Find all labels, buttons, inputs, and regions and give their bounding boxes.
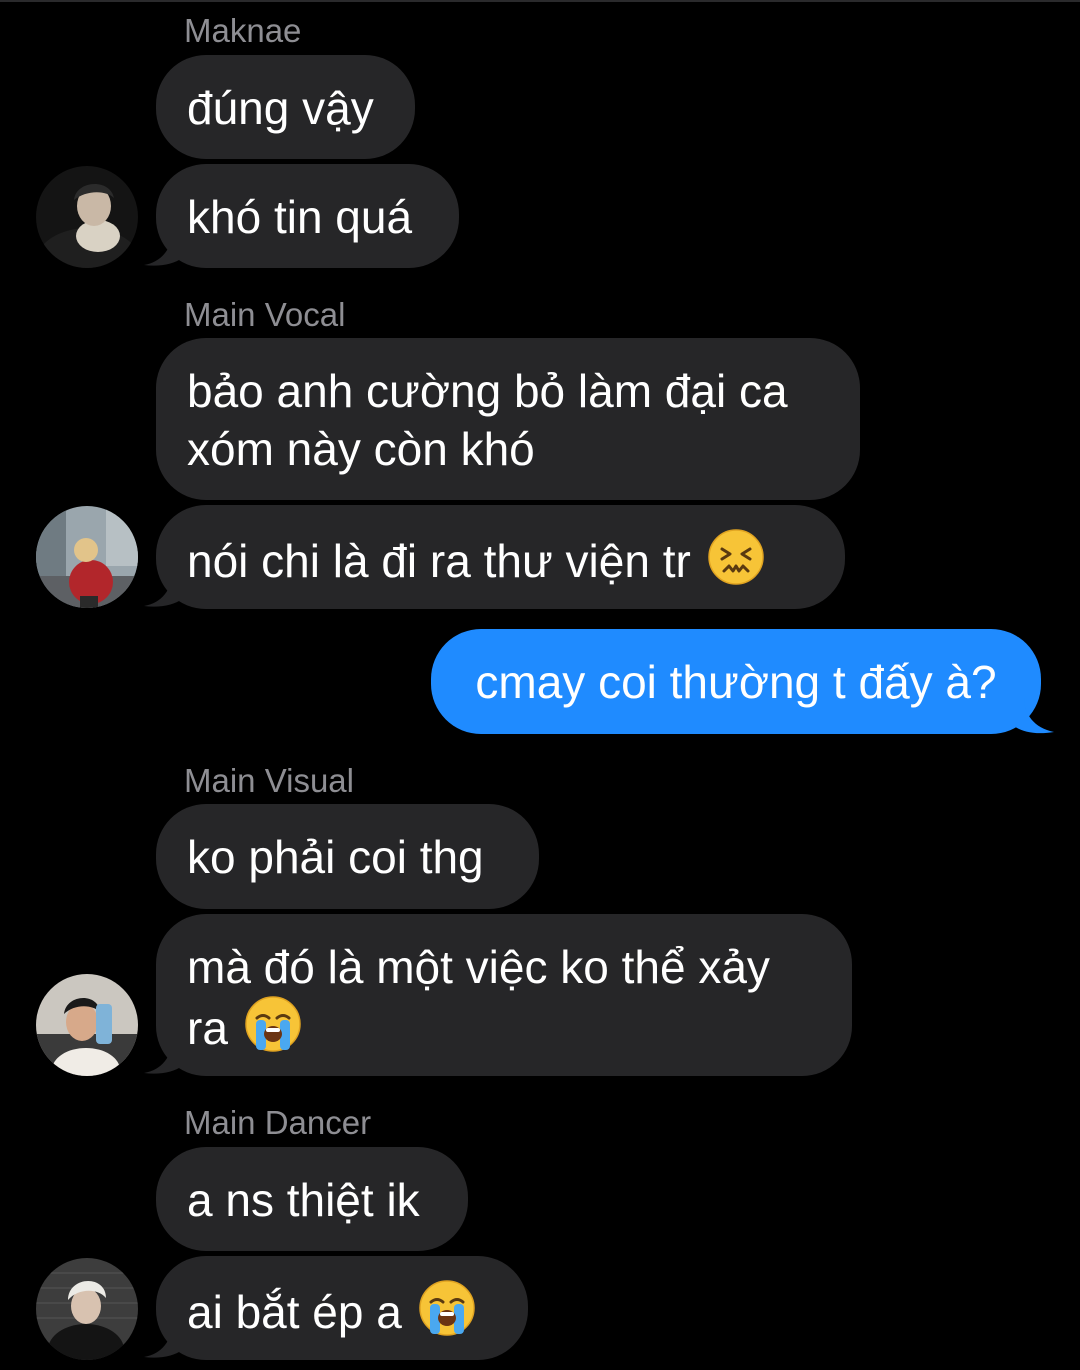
message-text: đúng vậy [187, 82, 374, 134]
bubble-tail [144, 573, 182, 607]
message-text-line: mà đó là một việc ko thể xảy [187, 941, 770, 993]
avatar[interactable] [36, 1258, 138, 1360]
message-bubble[interactable]: ko phải coi thg [156, 804, 539, 909]
bubble-tail [144, 1324, 182, 1358]
message-text-line: ra [187, 1002, 228, 1054]
message-bubble[interactable]: bảo anh cường bỏ làm đại ca xóm này còn … [156, 338, 860, 500]
avatar[interactable] [36, 506, 138, 608]
message-thread: Maknae đúng vậy khó tin quá Main Vocal b… [0, 0, 1080, 1370]
avatar-photo-icon [36, 974, 138, 1076]
sender-name: Maknae [184, 12, 302, 49]
sender-name: Main Visual [184, 762, 354, 799]
outgoing-message-bubble[interactable]: cmay coi thường t đấy à? [431, 629, 1041, 734]
avatar[interactable] [36, 166, 138, 268]
sender-name: Main Vocal [184, 296, 346, 333]
avatar-photo-icon [36, 506, 138, 608]
confounded-face-emoji [707, 529, 764, 585]
message-text: nói chi là đi ra thư viện tr [187, 535, 691, 587]
message-bubble[interactable]: a ns thiệt ik [156, 1147, 468, 1251]
message-text: ko phải coi thg [187, 831, 484, 883]
avatar-photo-icon [36, 166, 138, 268]
message-text: ai bắt ép a [187, 1286, 402, 1338]
message-bubble[interactable]: đúng vậy [156, 55, 415, 159]
message-text: khó tin quá [187, 191, 413, 243]
sender-name: Main Dancer [184, 1104, 372, 1141]
loudly-crying-face-emoji [244, 996, 301, 1052]
loudly-crying-face-emoji [418, 1280, 475, 1336]
message-text-line: xóm này còn khó [187, 423, 535, 475]
outgoing-bubble-tail [1014, 698, 1054, 734]
message-bubble[interactable]: mà đó là một việc ko thể xảy ra [156, 914, 852, 1076]
top-divider [0, 0, 1080, 2]
message-text: a ns thiệt ik [187, 1174, 420, 1226]
message-bubble[interactable]: khó tin quá [156, 164, 459, 268]
message-text: cmay coi thường t đấy à? [475, 656, 997, 708]
message-text-line: bảo anh cường bỏ làm đại ca [187, 365, 788, 417]
bubble-tail [144, 1040, 182, 1074]
avatar-photo-icon [36, 1258, 138, 1360]
bubble-tail [144, 232, 182, 266]
message-bubble[interactable]: ai bắt ép a [156, 1256, 528, 1360]
avatar[interactable] [36, 974, 138, 1076]
message-bubble[interactable]: nói chi là đi ra thư viện tr [156, 505, 845, 609]
